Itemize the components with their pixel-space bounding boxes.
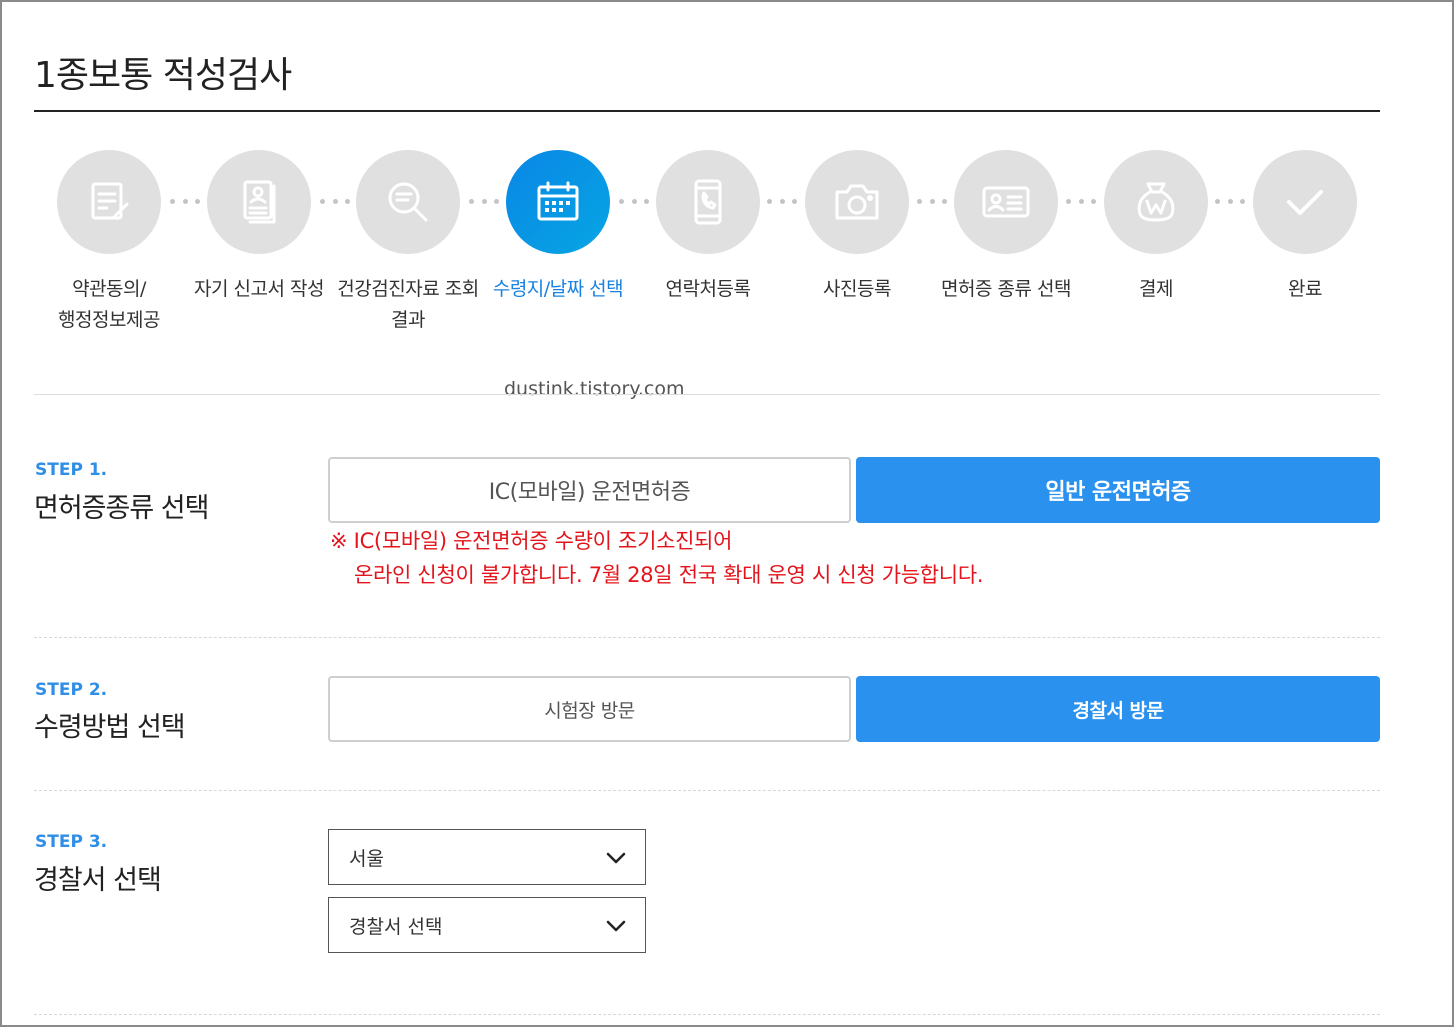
police-station-select-value: 경찰서 선택 [349, 915, 443, 938]
police-station-visit-option[interactable]: 경찰서 방문 [856, 676, 1380, 742]
notice-line-2: 온라인 신청이 불가합니다. 7월 28일 전국 확대 운영 시 신청 가능합니… [354, 563, 984, 587]
section-divider [34, 1014, 1380, 1015]
step1-tag: STEP 1. [35, 460, 108, 480]
step-label: 수령지/날짜 선택 [492, 278, 624, 300]
calendar-icon [506, 150, 610, 254]
general-license-option[interactable]: 일반 운전면허증 [856, 457, 1380, 523]
money-bag-icon [1104, 150, 1208, 254]
section-divider [34, 394, 1380, 395]
notice-line-1: ※ IC(모바일) 운전면허증 수량이 조기소진되어 [330, 529, 733, 553]
page-title: 1종보통 적성검사 [34, 55, 292, 96]
title-divider [34, 110, 1380, 112]
step-connector [767, 199, 797, 204]
section-divider [34, 790, 1380, 791]
step-connector [170, 199, 200, 204]
police-station-select[interactable]: 경찰서 선택 [328, 897, 646, 953]
step-label: 건강검진자료 조회 결과 [337, 278, 479, 331]
section-divider [34, 637, 1380, 638]
step-label: 면허증 종류 선택 [941, 278, 1071, 300]
step-label: 자기 신고서 작성 [194, 278, 324, 300]
id-card-icon [954, 150, 1058, 254]
page-frame: 1종보통 적성검사 약관동의/ 행정정보제공 자기 신고서 작성 건강검진자료 … [0, 0, 1454, 1027]
step3-tag: STEP 3. [35, 832, 108, 852]
region-select[interactable]: 서울 [328, 829, 646, 885]
step-connector [469, 199, 499, 204]
step2-tag: STEP 2. [35, 680, 108, 700]
step-label: 연락처등록 [665, 278, 751, 300]
check-icon [1253, 150, 1357, 254]
document-sign-icon [57, 150, 161, 254]
chevron-down-icon [606, 852, 626, 864]
phone-icon [656, 150, 760, 254]
step-connector [1215, 199, 1245, 204]
step-label: 완료 [1288, 278, 1322, 300]
step-label: 약관동의/ 행정정보제공 [58, 278, 160, 331]
step-connector [320, 199, 350, 204]
exam-center-visit-option[interactable]: 시험장 방문 [328, 676, 851, 742]
chevron-down-icon [606, 920, 626, 932]
step-connector [1066, 199, 1096, 204]
step1-heading: 면허증종류 선택 [34, 493, 209, 524]
watermark: dustink.tistory.com [504, 378, 685, 400]
ic-license-option[interactable]: IC(모바일) 운전면허증 [328, 457, 851, 523]
step-connector [917, 199, 947, 204]
step-connector [619, 199, 649, 204]
camera-icon [805, 150, 909, 254]
region-select-value: 서울 [349, 847, 384, 870]
step2-heading: 수령방법 선택 [34, 712, 186, 743]
step3-heading: 경찰서 선택 [34, 865, 162, 896]
profile-document-icon [207, 150, 311, 254]
ic-soldout-notice: ※ IC(모바일) 운전면허증 수량이 조기소진되어 온라인 신청이 불가합니다… [330, 524, 984, 592]
step-label: 결제 [1139, 278, 1173, 300]
magnifier-icon [356, 150, 460, 254]
step-label: 사진등록 [823, 278, 891, 300]
